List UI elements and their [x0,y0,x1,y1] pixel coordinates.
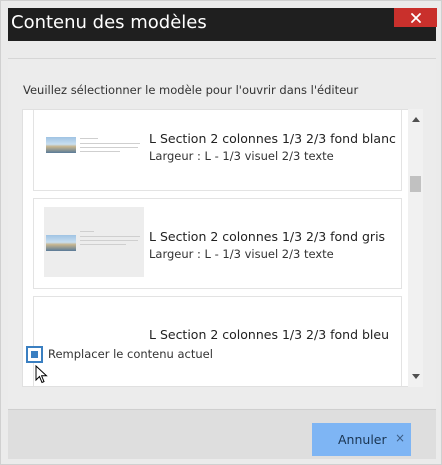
template-name: L Section 2 colonnes 1/3 2/3 fond blanc [149,131,396,146]
template-thumbnail [44,305,144,375]
template-name: L Section 2 colonnes 1/3 2/3 fond bleu [149,327,390,342]
dialog-title: Contenu des modèles [11,12,207,33]
close-button[interactable] [394,8,437,27]
checkbox-checked-mark [31,351,38,358]
scroll-down-arrow-icon[interactable] [412,374,420,379]
scroll-up-arrow-icon[interactable] [412,117,420,122]
select-template-prompt: Veuillez sélectionner le modèle pour l'o… [23,83,359,97]
template-list[interactable]: L Section 2 colonnes 1/3 2/3 fond blanc … [22,109,422,387]
dialog-content: Veuillez sélectionner le modèle pour l'o… [8,58,436,408]
replace-content-label[interactable]: Remplacer le contenu actuel [48,347,213,361]
template-dialog: Contenu des modèles Veuillez sélectionne… [0,0,442,465]
mouse-pointer-icon [35,365,48,384]
template-thumbnail [44,207,144,277]
close-icon [410,12,421,23]
dialog-footer: Annuler × [8,409,436,459]
template-item-fond-bleu[interactable]: L Section 2 colonnes 1/3 2/3 fond bleu [33,296,402,386]
template-thumbnail [44,110,144,179]
template-list-scrollbar[interactable] [408,109,423,387]
template-description: Largeur : L - 1/3 visuel 2/3 texte [149,247,334,261]
thumbnail-image [46,137,76,153]
template-name: L Section 2 colonnes 1/3 2/3 fond gris [149,229,386,244]
cancel-button-label: Annuler [338,432,387,447]
template-item-fond-gris[interactable]: L Section 2 colonnes 1/3 2/3 fond gris L… [33,198,402,289]
template-item-fond-blanc[interactable]: L Section 2 colonnes 1/3 2/3 fond blanc … [33,110,402,191]
replace-content-checkbox[interactable] [26,346,43,363]
scrollbar-thumb[interactable] [410,176,421,192]
dialog-titlebar: Contenu des modèles [8,8,437,41]
cancel-button[interactable]: Annuler × [312,423,411,456]
cancel-close-icon: × [395,431,406,445]
template-description: Largeur : L - 1/3 visuel 2/3 texte [149,149,334,163]
thumbnail-image [46,235,76,251]
